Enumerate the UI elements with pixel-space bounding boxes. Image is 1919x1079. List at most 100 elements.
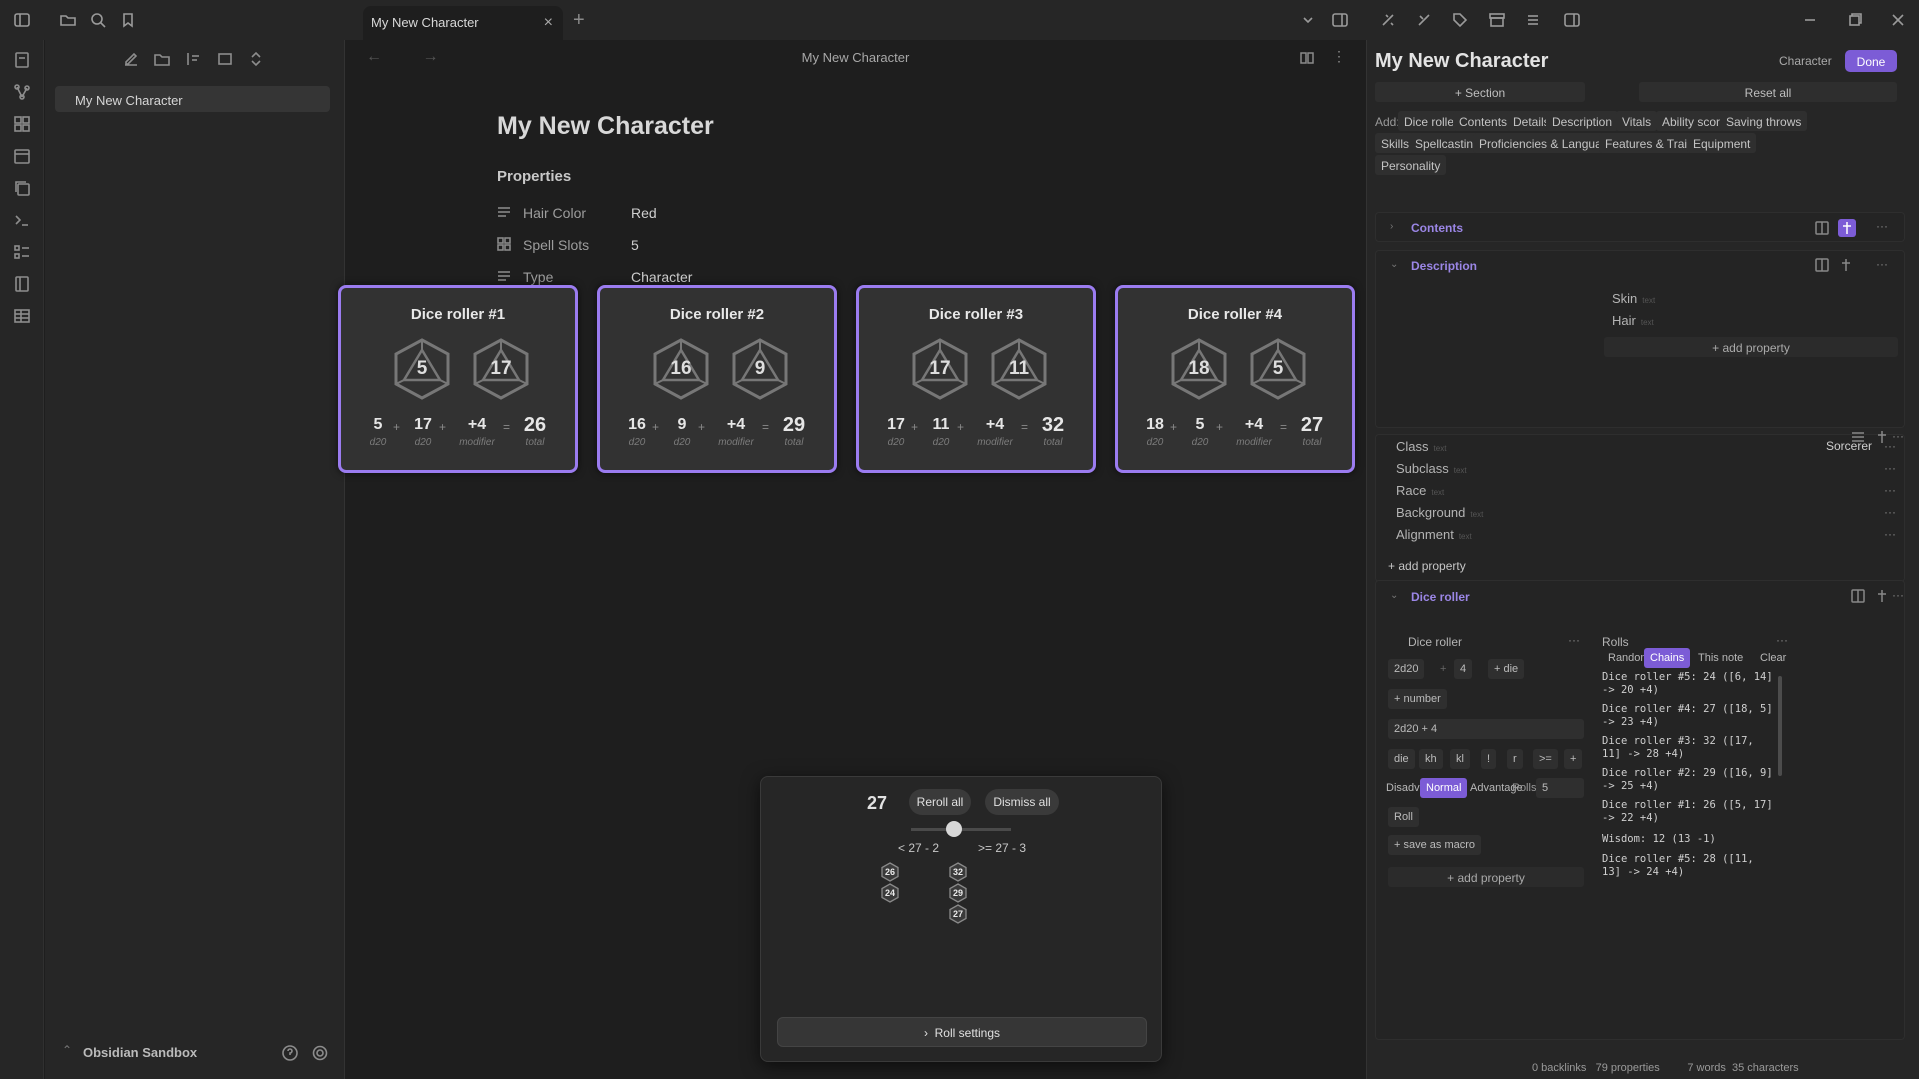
add-section-button[interactable]: + Section xyxy=(1375,82,1585,102)
chevron-down-icon[interactable]: ⌄ xyxy=(1390,259,1398,270)
field-alignment[interactable]: Alignment text ··· xyxy=(1396,527,1896,542)
property-value[interactable]: Character xyxy=(631,269,692,285)
more-options-icon[interactable]: ··· xyxy=(1568,633,1580,647)
pin-icon[interactable] xyxy=(1838,219,1856,237)
reading-view-icon[interactable] xyxy=(1299,50,1315,66)
help-icon[interactable] xyxy=(281,1044,301,1064)
property-row[interactable]: Spell Slots 5 xyxy=(497,234,917,258)
add-chip-contents[interactable]: Contents xyxy=(1453,111,1514,131)
formula-field[interactable]: 2d20 + 4 xyxy=(1388,719,1584,739)
mini-die-result[interactable]: 32 xyxy=(948,862,968,882)
done-button[interactable]: Done xyxy=(1845,50,1897,72)
add-property-button[interactable]: + add property xyxy=(1388,867,1584,887)
op-button[interactable]: + xyxy=(1564,749,1583,769)
roll-log-entry[interactable]: Dice roller #3: 32 ([17, 11] -> 28 +4) xyxy=(1602,735,1774,761)
d20-die[interactable]: 5 xyxy=(393,338,451,400)
op-button[interactable]: kl xyxy=(1450,749,1470,769)
reset-all-button[interactable]: Reset all xyxy=(1639,82,1897,102)
add-die-button[interactable]: + die xyxy=(1488,659,1525,679)
dice-roller-card[interactable]: Dice roller #1 5 17 5 d20 17 d20 +4 modifier 26 to… xyxy=(338,285,578,473)
expr-dice[interactable]: 2d20 xyxy=(1388,659,1425,679)
new-note-icon[interactable] xyxy=(122,50,142,70)
add-chip-equipment[interactable]: Equipment xyxy=(1687,133,1757,153)
copy-icon[interactable] xyxy=(12,178,32,198)
d20-die[interactable]: 18 xyxy=(1170,338,1228,400)
pin-icon[interactable] xyxy=(1874,588,1890,604)
mini-die-result[interactable]: 27 xyxy=(948,904,968,924)
canvas-icon[interactable] xyxy=(12,114,32,134)
chevron-down-icon[interactable]: ⌄ xyxy=(1390,590,1398,601)
field-subclass[interactable]: Subclass text ··· xyxy=(1396,461,1896,476)
rolls-tab-this-note[interactable]: This note xyxy=(1692,648,1749,668)
note-title[interactable]: My New Character xyxy=(497,112,714,141)
roll-settings-button[interactable]: › Roll settings xyxy=(777,1017,1147,1047)
roll-log-entry[interactable]: Wisdom: 12 (13 -1) xyxy=(1602,833,1774,846)
pin-icon[interactable] xyxy=(1838,257,1854,273)
sort-icon[interactable] xyxy=(184,50,204,70)
add-chip-personality[interactable]: Personality xyxy=(1375,155,1447,175)
collapse-icon[interactable] xyxy=(216,50,236,70)
expr-number[interactable]: 4 xyxy=(1454,659,1473,679)
mode-normal[interactable]: Normal xyxy=(1420,778,1468,798)
graph-icon[interactable] xyxy=(12,82,32,102)
new-note-icon[interactable] xyxy=(12,50,32,70)
add-chip-saving-throws[interactable]: Saving throws xyxy=(1720,111,1808,131)
roll-log-entry[interactable]: Dice roller #5: 28 ([11, 13] -> 24 +4) xyxy=(1602,853,1774,879)
field-race[interactable]: Race text ··· xyxy=(1396,483,1896,498)
dice-roller-header[interactable]: Dice roller xyxy=(1411,590,1470,604)
property-value[interactable]: 5 xyxy=(631,237,639,253)
more-options-icon[interactable]: ··· xyxy=(1884,483,1896,497)
field-skin[interactable]: Skin text xyxy=(1612,291,1655,306)
dice-chain-icon[interactable] xyxy=(1414,10,1434,30)
dismiss-all-button[interactable]: Dismiss all xyxy=(985,789,1059,815)
close-window-icon[interactable] xyxy=(1888,10,1908,30)
split-icon[interactable] xyxy=(1814,257,1830,273)
file-item-my-new-character[interactable]: My New Character xyxy=(55,86,330,112)
roll-log-entry[interactable]: Dice roller #2: 29 ([16, 9] -> 25 +4) xyxy=(1602,767,1774,793)
property-key[interactable]: Type xyxy=(523,269,553,285)
split-icon[interactable] xyxy=(1814,220,1830,236)
add-property-button[interactable]: + add property xyxy=(1388,555,1488,575)
chevron-right-icon[interactable]: › xyxy=(1390,221,1393,232)
roll-log-entry[interactable]: Dice roller #1: 26 ([5, 17] -> 22 +4) xyxy=(1602,799,1774,825)
right-sidebar-toggle-icon[interactable] xyxy=(1562,10,1582,30)
dice-roller-card[interactable]: Dice roller #2 16 9 16 d20 9 d20 +4 modifier 29 to… xyxy=(597,285,837,473)
property-key[interactable]: Hair Color xyxy=(523,205,586,221)
tab-close-icon[interactable]: × xyxy=(544,14,553,32)
gear-icon[interactable] xyxy=(311,1044,331,1064)
chevron-down-icon[interactable] xyxy=(1298,10,1318,30)
field-background[interactable]: Background text ··· xyxy=(1396,505,1896,520)
field-value[interactable]: Sorcerer xyxy=(1826,439,1872,453)
split-icon[interactable] xyxy=(1850,588,1866,604)
d20-die[interactable]: 11 xyxy=(990,338,1048,400)
character-label[interactable]: Character xyxy=(1779,54,1832,68)
d20-die[interactable]: 9 xyxy=(731,338,789,400)
reroll-all-button[interactable]: Reroll all xyxy=(909,789,971,815)
vault-chevron-icon[interactable]: ⌃ xyxy=(62,1043,72,1057)
restore-icon[interactable] xyxy=(1845,10,1865,30)
mode-disadv[interactable]: Disadv xyxy=(1380,778,1426,798)
more-options-icon[interactable]: ··· xyxy=(1876,257,1888,271)
more-options-icon[interactable]: ··· xyxy=(1884,439,1896,453)
mini-die-result[interactable]: 24 xyxy=(880,883,900,903)
more-options-icon[interactable]: ··· xyxy=(1884,505,1896,519)
search-icon[interactable] xyxy=(88,10,108,30)
roll-button[interactable]: Roll xyxy=(1388,807,1419,827)
table-icon[interactable] xyxy=(12,306,32,326)
property-row[interactable]: Hair Color Red xyxy=(497,202,917,226)
d20-die[interactable]: 5 xyxy=(1249,338,1307,400)
terminal-icon[interactable] xyxy=(12,210,32,230)
op-button[interactable]: >= xyxy=(1533,749,1558,769)
property-value[interactable]: Red xyxy=(631,205,657,221)
split-view-icon[interactable] xyxy=(1330,10,1350,30)
rolls-tab-chains[interactable]: Chains xyxy=(1644,648,1691,668)
rolls-scrollbar[interactable] xyxy=(1778,676,1782,776)
field-class[interactable]: Class text Sorcerer ··· xyxy=(1396,439,1896,454)
roll-log-entry[interactable]: Dice roller #4: 27 ([18, 5] -> 23 +4) xyxy=(1602,703,1774,729)
field-hair[interactable]: Hair text xyxy=(1612,313,1654,328)
tab-my-new-character[interactable]: My New Character × xyxy=(363,6,563,40)
new-folder-icon[interactable] xyxy=(153,50,173,70)
archive-icon[interactable] xyxy=(1487,10,1507,30)
book-icon[interactable] xyxy=(12,274,32,294)
add-chip-vitals[interactable]: Vitals xyxy=(1616,111,1658,131)
